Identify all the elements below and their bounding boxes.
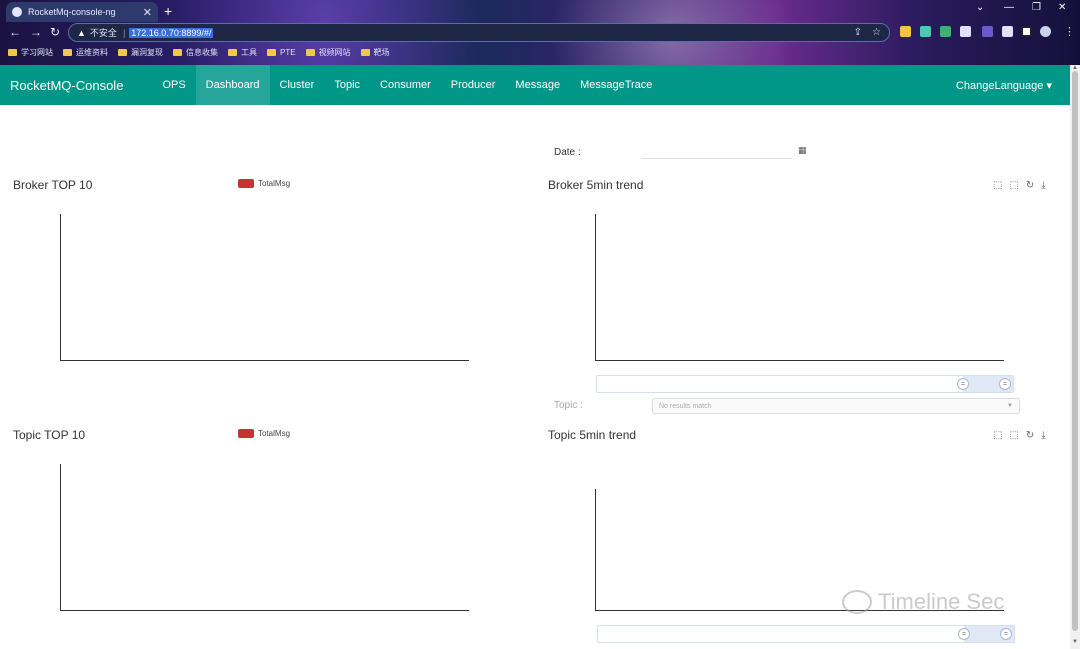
bookmark-star-icon[interactable]: ☆ xyxy=(872,27,881,38)
close-window-icon[interactable]: ✕ xyxy=(1058,2,1066,13)
extension-icon-5[interactable] xyxy=(982,26,993,37)
extension-icon-4[interactable] xyxy=(960,26,971,37)
extension-icon-1[interactable] xyxy=(900,26,911,37)
scroll-down-icon[interactable]: ▼ xyxy=(1072,639,1078,645)
browser-tab[interactable]: RocketMq-console-ng ✕ xyxy=(6,2,158,22)
download-icon[interactable]: ⤓ xyxy=(1041,180,1045,191)
datazoom-end-handle[interactable]: = xyxy=(1000,628,1012,640)
broker-trend-datazoom[interactable]: = = xyxy=(596,375,1014,393)
datazoom-end-handle[interactable]: = xyxy=(999,378,1011,390)
extension-icon-3[interactable] xyxy=(940,26,951,37)
wechat-logo-icon xyxy=(842,590,872,614)
app-navbar: RocketMQ-Console OPS Dashboard Cluster T… xyxy=(0,65,1070,105)
change-language-dropdown[interactable]: ChangeLanguage ▾ xyxy=(956,79,1052,92)
folder-icon xyxy=(360,49,370,56)
bookmark-folder[interactable]: 漏洞复现 xyxy=(118,47,163,58)
date-label: Date : xyxy=(554,147,581,158)
topic-trend-toolbox: ⬚ ⬚ ↻ ⤓ xyxy=(993,430,1046,441)
bookmark-folder[interactable]: 靶场 xyxy=(360,47,390,58)
broker-trend-toolbox: ⬚ ⬚ ↻ ⤓ xyxy=(993,180,1046,191)
extension-icon-2[interactable] xyxy=(920,26,931,37)
broker-trend-title: Broker 5min trend xyxy=(548,178,644,192)
datazoom-start-handle[interactable]: = xyxy=(957,378,969,390)
browser-menu-icon[interactable]: ⋮ xyxy=(1064,25,1075,38)
restore-icon[interactable]: ↻ xyxy=(1026,430,1034,441)
bookmark-folder[interactable]: 工具 xyxy=(228,47,257,58)
bookmark-folder[interactable]: 信息收集 xyxy=(173,47,218,58)
reload-icon[interactable]: ↻ xyxy=(50,25,60,39)
minimize-icon[interactable]: — xyxy=(1004,2,1014,13)
close-tab-icon[interactable]: ✕ xyxy=(143,6,152,19)
nav-item-ops[interactable]: OPS xyxy=(152,65,195,105)
warning-icon: ▲ xyxy=(77,27,86,38)
browser-chrome: RocketMq-console-ng ✕ + ⌄ — ❐ ✕ ← → ↻ ▲ … xyxy=(0,0,1080,65)
broker-top10-chart-axes xyxy=(60,214,469,361)
tab-title: RocketMq-console-ng xyxy=(28,7,116,17)
brand-logo[interactable]: RocketMQ-Console xyxy=(10,78,123,93)
date-input[interactable] xyxy=(642,144,792,159)
site-favicon-icon xyxy=(12,7,22,17)
calendar-icon[interactable]: ▦ xyxy=(798,145,807,156)
topic-top10-chart-axes xyxy=(60,464,469,611)
nav-item-cluster[interactable]: Cluster xyxy=(270,65,325,105)
zoom-reset-icon[interactable]: ⬚ xyxy=(1009,430,1018,441)
broker-trend-chart-axes xyxy=(595,214,1004,361)
page-scrollbar[interactable]: ▲ ▼ xyxy=(1070,65,1080,649)
nav-item-dashboard[interactable]: Dashboard xyxy=(195,65,270,105)
nav-item-topic[interactable]: Topic xyxy=(324,65,370,105)
omnibox-separator: | xyxy=(122,27,126,38)
legend-label: TotalMsg xyxy=(258,179,291,188)
bookmark-folder[interactable]: 运维资料 xyxy=(63,47,108,58)
topic-top10-legend[interactable]: TotalMsg xyxy=(238,429,290,438)
profile-avatar-icon[interactable] xyxy=(1040,26,1051,37)
topic-select[interactable]: No results match ▼ xyxy=(652,398,1020,414)
caret-down-icon: ▾ xyxy=(1046,79,1052,92)
insecure-label: 不安全 xyxy=(89,28,117,38)
nav-item-messagetrace[interactable]: MessageTrace xyxy=(570,65,662,105)
folder-icon xyxy=(173,49,182,56)
chevron-down-icon[interactable]: ⌄ xyxy=(976,2,984,13)
legend-swatch xyxy=(238,179,254,188)
watermark: Timeline Sec xyxy=(842,589,1004,615)
nav-item-message[interactable]: Message xyxy=(505,65,570,105)
url-text[interactable]: 172.16.0.70:8899/#/ xyxy=(129,27,214,38)
caret-down-icon: ▼ xyxy=(1007,403,1013,409)
datazoom-start-handle[interactable]: = xyxy=(958,628,970,640)
topic-top10-title: Topic TOP 10 xyxy=(13,428,86,442)
broker-top10-title: Broker TOP 10 xyxy=(13,178,93,192)
restore-icon[interactable]: ↻ xyxy=(1026,180,1034,191)
zoom-icon[interactable]: ⬚ xyxy=(993,430,1002,441)
new-tab-icon[interactable]: + xyxy=(164,3,172,19)
topic-trend-datazoom[interactable]: = = xyxy=(597,625,1015,643)
bookmarks-bar: 学习网站 运维资料 漏洞复现 信息收集 工具 PTE 视频网站 靶场 xyxy=(8,47,390,58)
bookmark-folder[interactable]: PTE xyxy=(267,47,296,58)
folder-icon xyxy=(305,49,315,56)
share-icon[interactable]: ⇪ xyxy=(854,27,862,38)
folder-icon xyxy=(63,49,72,56)
restore-icon[interactable]: ❐ xyxy=(1032,2,1041,13)
puzzle-extensions-icon[interactable] xyxy=(1002,26,1013,37)
address-bar[interactable]: ▲ 不安全 | 172.16.0.70:8899/#/ ⇪ ☆ xyxy=(68,23,890,42)
download-icon[interactable]: ⤓ xyxy=(1041,430,1045,441)
legend-label: TotalMsg xyxy=(258,429,291,438)
nav-item-producer[interactable]: Producer xyxy=(441,65,506,105)
forward-icon[interactable]: → xyxy=(30,25,42,39)
folder-icon xyxy=(267,49,276,56)
legend-swatch xyxy=(238,429,254,438)
zoom-icon[interactable]: ⬚ xyxy=(993,180,1002,191)
topic-trend-title: Topic 5min trend xyxy=(548,428,637,442)
topic-select-label: Topic : xyxy=(554,400,583,411)
folder-icon xyxy=(118,49,127,56)
back-icon[interactable]: ← xyxy=(9,25,21,39)
bookmark-folder[interactable]: 学习网站 xyxy=(8,47,53,58)
zoom-reset-icon[interactable]: ⬚ xyxy=(1009,180,1018,191)
bookmark-folder[interactable]: 视频网站 xyxy=(305,47,351,58)
scrollbar-thumb[interactable] xyxy=(1072,71,1078,631)
topic-select-placeholder: No results match xyxy=(659,402,712,410)
broker-top10-legend[interactable]: TotalMsg xyxy=(238,179,290,188)
folder-icon xyxy=(228,49,237,56)
side-panel-icon[interactable] xyxy=(1021,26,1032,37)
folder-icon xyxy=(8,49,17,56)
nav-item-consumer[interactable]: Consumer xyxy=(370,65,441,105)
